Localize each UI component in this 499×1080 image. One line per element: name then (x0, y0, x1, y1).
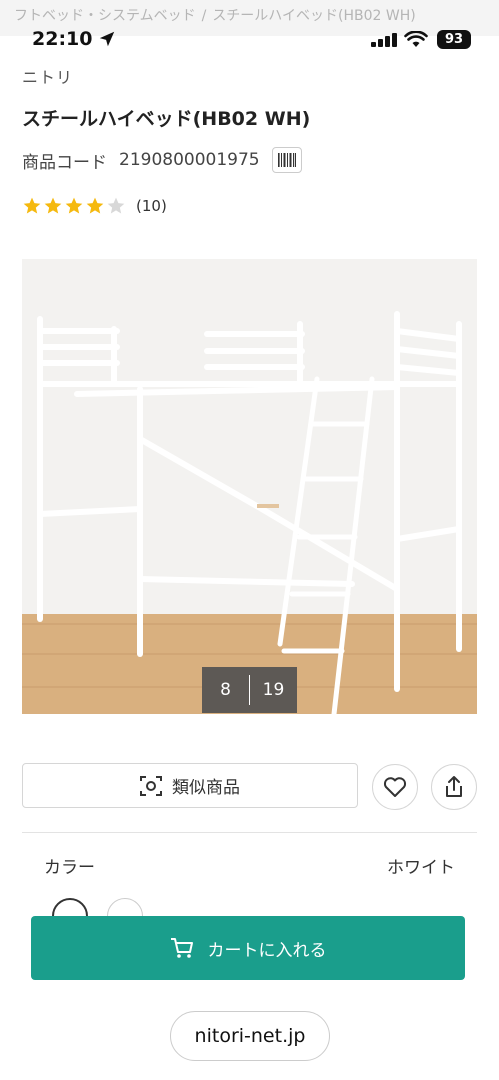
add-to-cart-label: カートに入れる (207, 940, 327, 961)
star-filled-icon (86, 197, 104, 214)
image-search-icon (140, 775, 162, 796)
barcode-button[interactable] (271, 147, 302, 173)
similar-products-label: 類似商品 (172, 778, 240, 798)
share-button[interactable] (431, 764, 477, 810)
gallery-counter: 8 19 (202, 667, 297, 713)
location-arrow-icon (99, 31, 115, 47)
browser-url-bar[interactable]: nitori-net.jp (170, 1011, 330, 1061)
gallery-current: 8 (220, 680, 231, 700)
product-code-row: 商品コード 2190800001975 (22, 147, 302, 173)
star-filled-icon (23, 197, 41, 214)
similar-products-button[interactable]: 類似商品 (22, 763, 358, 808)
product-title: スチールハイベッド(HB02 WH) (22, 108, 311, 130)
product-code-label: 商品コード (22, 152, 107, 173)
rating[interactable]: (10) (22, 196, 167, 216)
battery-indicator: 93 (437, 30, 471, 49)
share-icon (446, 776, 462, 797)
status-time: 22:10 (32, 28, 93, 50)
breadcrumb-item-current: スチールハイベッド(HB02 WH) (212, 8, 416, 24)
section-divider (22, 832, 477, 833)
color-value: ホワイト (387, 858, 455, 878)
barcode-icon (277, 153, 296, 167)
status-bar: 22:10 93 (0, 28, 499, 52)
heart-icon (383, 777, 407, 797)
add-to-cart-button[interactable]: カートに入れる (31, 916, 465, 980)
favorite-button[interactable] (372, 764, 418, 810)
product-code-value: 2190800001975 (119, 150, 260, 170)
brand-name[interactable]: ニトリ (22, 64, 73, 88)
star-filled-icon (44, 197, 62, 214)
color-label: カラー (44, 858, 95, 878)
product-image[interactable] (22, 259, 477, 714)
star-rating (22, 196, 126, 216)
star-empty-icon (107, 197, 125, 214)
cellular-signal-icon (371, 33, 397, 47)
breadcrumb-item[interactable]: フトベッド・システムベッド (14, 8, 196, 24)
cart-icon (170, 938, 193, 958)
loft-bed-photo (22, 259, 477, 714)
gallery-total: 19 (262, 680, 285, 700)
review-count[interactable]: (10) (136, 197, 167, 215)
browser-url: nitori-net.jp (194, 1025, 306, 1047)
wifi-icon (404, 31, 428, 47)
star-filled-icon (65, 197, 83, 214)
breadcrumb-separator: / (201, 8, 207, 24)
